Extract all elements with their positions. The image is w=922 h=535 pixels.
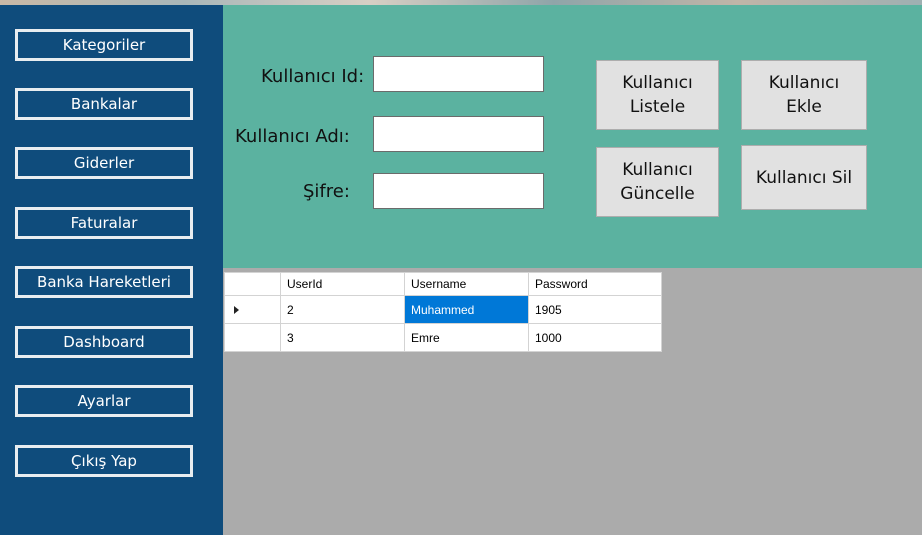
cell-username[interactable]: Muhammed [404, 295, 529, 324]
column-header-username[interactable]: Username [404, 272, 529, 296]
update-user-line1: Kullanıcı [622, 160, 693, 180]
bankalar-button[interactable]: Bankalar [15, 88, 193, 120]
cell-userid[interactable]: 3 [280, 323, 405, 352]
cell-password[interactable]: 1000 [528, 323, 662, 352]
giderler-button[interactable]: Giderler [15, 147, 193, 179]
user-id-label: Kullanıcı Id: [261, 66, 365, 87]
cikis-yap-button[interactable]: Çıkış Yap [15, 445, 193, 477]
list-users-line1: Kullanıcı [622, 73, 693, 93]
cell-username[interactable]: Emre [404, 323, 529, 352]
column-header-userid[interactable]: UserId [280, 272, 405, 296]
app-window: Kategoriler Bankalar Giderler Faturalar … [0, 0, 922, 535]
update-user-line2: Güncelle [620, 184, 695, 204]
list-users-button[interactable]: Kullanıcı Listele [596, 60, 719, 130]
user-form-panel: Kullanıcı Id: Kullanıcı Adı: Şifre: Kull… [223, 5, 922, 268]
password-input[interactable] [373, 173, 544, 209]
users-grid[interactable]: UserId Username Password 2 Muhammed 1905… [224, 272, 662, 352]
username-input[interactable] [373, 116, 544, 152]
user-id-input[interactable] [373, 56, 544, 92]
kategoriler-button[interactable]: Kategoriler [15, 29, 193, 61]
update-user-button[interactable]: Kullanıcı Güncelle [596, 147, 719, 217]
column-header-password[interactable]: Password [528, 272, 662, 296]
add-user-line2: Ekle [786, 97, 822, 117]
username-label: Kullanıcı Adı: [235, 126, 350, 147]
cell-userid[interactable]: 2 [280, 295, 405, 324]
delete-user-button[interactable]: Kullanıcı Sil [741, 145, 867, 210]
current-row-arrow-icon [234, 305, 239, 314]
grid-header-row: UserId Username Password [224, 272, 662, 296]
table-row[interactable]: 3 Emre 1000 [224, 323, 662, 352]
cell-password[interactable]: 1905 [528, 295, 662, 324]
row-header-current[interactable] [224, 295, 281, 324]
sidebar: Kategoriler Bankalar Giderler Faturalar … [0, 5, 223, 535]
grid-corner-cell [224, 272, 281, 296]
faturalar-button[interactable]: Faturalar [15, 207, 193, 239]
password-label: Şifre: [303, 181, 350, 202]
add-user-line1: Kullanıcı [768, 73, 840, 93]
list-users-line2: Listele [629, 97, 686, 117]
banka-hareketleri-button[interactable]: Banka Hareketleri [15, 266, 193, 298]
row-header[interactable] [224, 323, 281, 352]
add-user-button[interactable]: Kullanıcı Ekle [741, 60, 867, 130]
table-row[interactable]: 2 Muhammed 1905 [224, 295, 662, 324]
ayarlar-button[interactable]: Ayarlar [15, 385, 193, 417]
dashboard-button[interactable]: Dashboard [15, 326, 193, 358]
